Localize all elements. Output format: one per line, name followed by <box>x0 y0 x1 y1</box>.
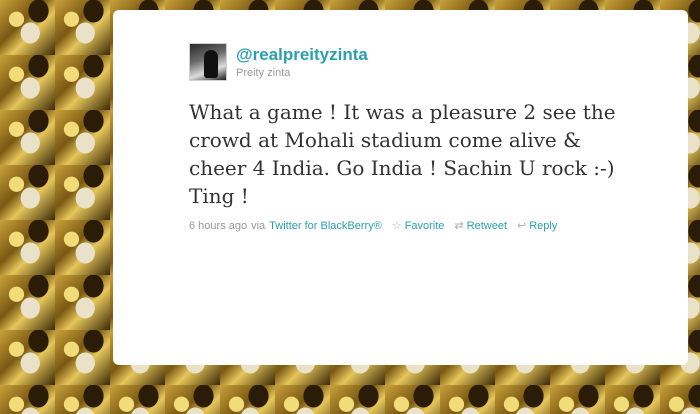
favorite-action[interactable]: ☆ Favorite <box>391 219 445 233</box>
avatar-figure <box>204 50 218 78</box>
user-handle-link[interactable]: @realpreityzinta <box>236 45 368 65</box>
star-icon: ☆ <box>391 220 402 232</box>
avatar[interactable] <box>189 43 227 81</box>
tweet-text: What a game ! It was a pleasure 2 see th… <box>189 100 616 208</box>
tweet-meta-bar: 6 hours ago via Twitter for BlackBerry® … <box>189 219 557 233</box>
timestamp-link[interactable]: 6 hours ago <box>189 220 247 232</box>
favorite-label[interactable]: Favorite <box>405 220 445 232</box>
retweet-icon: ⇄ <box>454 220 464 232</box>
via-label: via <box>251 219 266 232</box>
user-fullname: Preity zinta <box>236 67 291 79</box>
reply-arrow-icon: ↩ <box>517 220 527 232</box>
retweet-action[interactable]: ⇄ Retweet <box>454 219 507 233</box>
source-link[interactable]: Twitter for BlackBerry® <box>269 220 382 232</box>
retweet-label[interactable]: Retweet <box>467 220 507 232</box>
reply-action[interactable]: ↩ Reply <box>517 219 557 233</box>
tweet-card: @realpreityzinta Preity zinta What a gam… <box>113 10 688 365</box>
reply-label[interactable]: Reply <box>529 220 557 232</box>
